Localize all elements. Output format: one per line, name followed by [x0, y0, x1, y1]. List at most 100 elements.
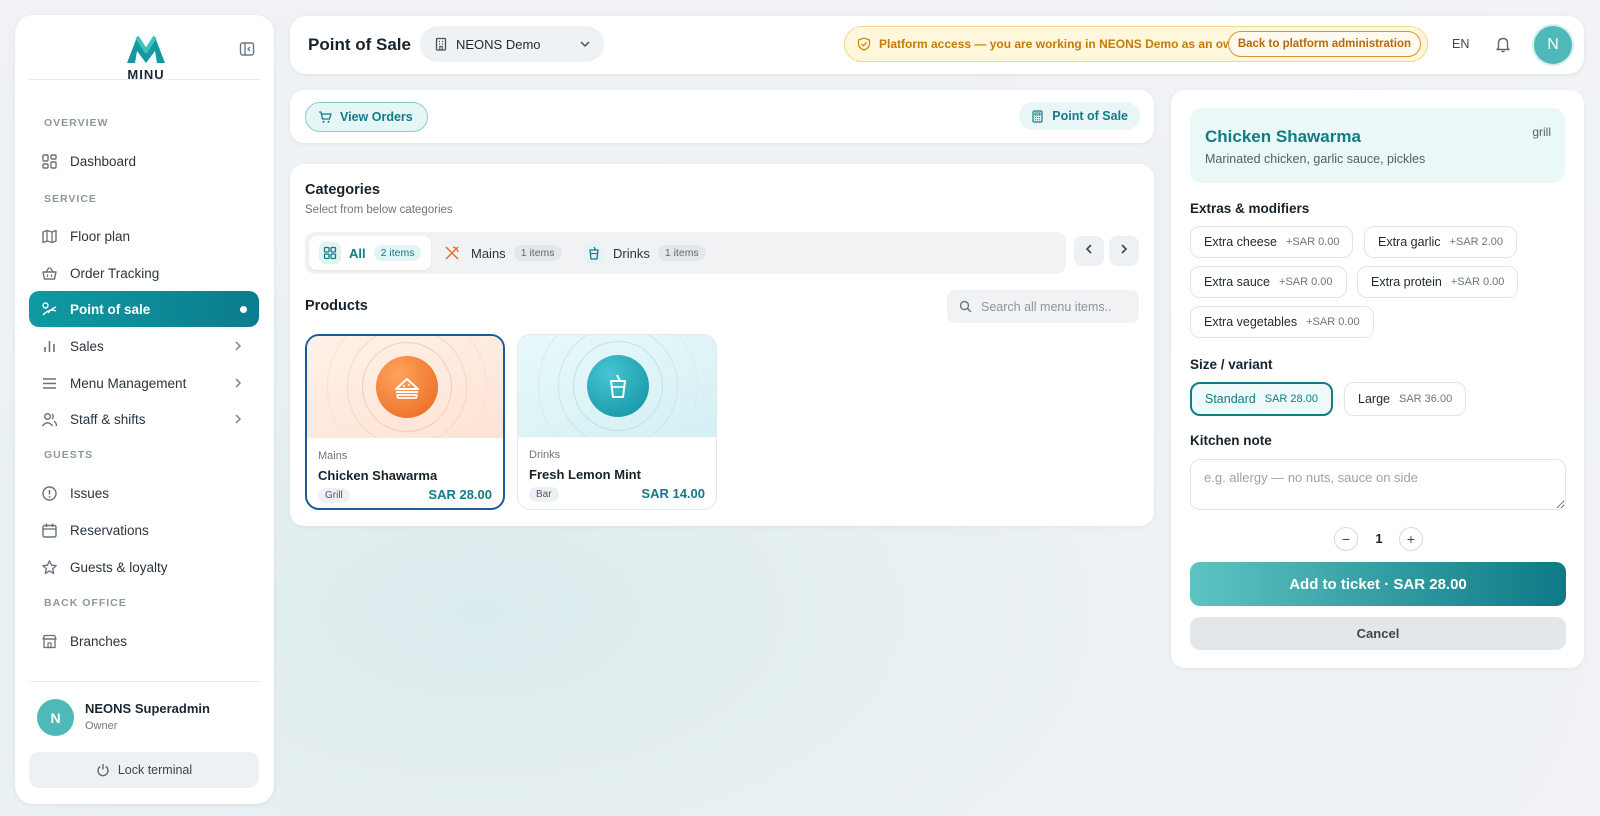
- product-hero: [307, 336, 503, 438]
- category-next-button[interactable]: [1109, 236, 1139, 266]
- chevron-right-icon: [231, 412, 245, 426]
- star-icon: [41, 559, 58, 576]
- basket-icon: [41, 265, 58, 282]
- product-category: Drinks: [529, 449, 561, 461]
- sidebar-item-guests-loyalty[interactable]: Guests & loyalty: [29, 549, 259, 585]
- product-card-fresh-lemon-mint[interactable]: Drinks Fresh Lemon Mint Bar SAR 14.00: [517, 334, 717, 510]
- size-name: Large: [1358, 392, 1390, 406]
- sidebar-collapse-icon[interactable]: [239, 41, 255, 57]
- item-station: grill: [1532, 125, 1551, 139]
- menu-search[interactable]: [947, 290, 1139, 323]
- extra-chip-vegetables[interactable]: Extra vegetables +SAR 0.00: [1190, 306, 1374, 338]
- sidebar-item-menu-management[interactable]: Menu Management: [29, 365, 259, 401]
- kitchen-note-input[interactable]: [1190, 459, 1566, 510]
- product-name: Chicken Shawarma: [318, 468, 438, 483]
- category-prev-button[interactable]: [1074, 236, 1104, 266]
- search-icon: [959, 300, 972, 313]
- header-avatar[interactable]: N: [1534, 26, 1572, 64]
- sidebar-item-issues[interactable]: Issues: [29, 475, 259, 511]
- quantity-increase-button[interactable]: +: [1399, 527, 1423, 551]
- extra-chip-protein[interactable]: Extra protein +SAR 0.00: [1357, 266, 1519, 298]
- catalog-card: Categories Select from below categories …: [290, 164, 1154, 526]
- calculator-icon: [1031, 109, 1044, 123]
- extra-name: Extra cheese: [1204, 235, 1277, 249]
- notification-bell-icon[interactable]: [1494, 35, 1512, 53]
- category-tabs: All 2 items Mains 1 items Drinks 1 items: [305, 232, 1066, 274]
- user-avatar[interactable]: N: [37, 699, 74, 736]
- search-input[interactable]: [981, 299, 1131, 314]
- lock-terminal-button[interactable]: Lock terminal: [29, 752, 259, 788]
- extra-chip-garlic[interactable]: Extra garlic +SAR 2.00: [1364, 226, 1518, 258]
- extra-chip-sauce[interactable]: Extra sauce +SAR 0.00: [1190, 266, 1347, 298]
- pos-mode-badge: Point of Sale: [1019, 102, 1140, 130]
- chevron-right-icon: [231, 376, 245, 390]
- size-chip-large[interactable]: Large SAR 36.00: [1344, 382, 1467, 416]
- products-title: Products: [305, 298, 368, 314]
- category-label: Mains: [471, 245, 506, 261]
- size-price: SAR 36.00: [1398, 393, 1453, 405]
- size-chip-standard[interactable]: Standard SAR 28.00: [1190, 382, 1333, 416]
- product-tag: Bar: [529, 487, 559, 502]
- language-switch[interactable]: EN: [1452, 37, 1469, 51]
- product-hero: [518, 335, 716, 437]
- product-name: Fresh Lemon Mint: [529, 467, 641, 482]
- extra-name: Extra sauce: [1204, 275, 1271, 289]
- extra-price: +SAR 0.00: [1450, 276, 1505, 288]
- logo-mark-icon: [127, 35, 165, 63]
- sidebar-item-label: Dashboard: [70, 153, 137, 169]
- item-description: Marinated chicken, garlic sauce, pickles: [1205, 152, 1426, 166]
- cancel-button[interactable]: Cancel: [1190, 617, 1566, 650]
- section-guests: GUESTS: [44, 449, 94, 461]
- users-icon: [41, 411, 58, 428]
- sidebar-item-point-of-sale[interactable]: Point of sale: [29, 291, 259, 327]
- product-price: SAR 14.00: [641, 486, 705, 501]
- category-label: Drinks: [613, 245, 650, 261]
- sidebar-item-label: Reservations: [70, 522, 149, 538]
- extra-chip-cheese[interactable]: Extra cheese +SAR 0.00: [1190, 226, 1354, 258]
- category-label: All: [349, 245, 366, 261]
- category-tab-mains[interactable]: Mains 1 items: [431, 236, 572, 270]
- category-count: 2 items: [373, 245, 422, 261]
- section-back-office: BACK OFFICE: [44, 597, 127, 609]
- sidebar-item-order-tracking[interactable]: Order Tracking: [29, 255, 259, 291]
- view-orders-button[interactable]: View Orders: [305, 102, 428, 132]
- sidebar-item-label: Issues: [70, 485, 110, 501]
- minu-logo[interactable]: MINU: [123, 29, 169, 85]
- kitchen-note-title: Kitchen note: [1190, 433, 1272, 448]
- categories-subtitle: Select from below categories: [305, 204, 453, 216]
- chevron-left-icon: [1083, 242, 1095, 260]
- sandwich-icon: [376, 356, 438, 418]
- sidebar-item-label: Floor plan: [70, 228, 131, 244]
- page-title: Point of Sale: [308, 35, 411, 54]
- category-tab-all[interactable]: All 2 items: [309, 236, 432, 270]
- size-price: SAR 28.00: [1264, 393, 1318, 405]
- utensils-icon: [441, 242, 463, 264]
- sidebar-item-sales[interactable]: Sales: [29, 328, 259, 364]
- power-icon: [96, 763, 110, 777]
- sidebar-item-staff-shifts[interactable]: Staff & shifts: [29, 401, 259, 437]
- quantity-decrease-button[interactable]: −: [1334, 527, 1358, 551]
- calendar-icon: [41, 522, 58, 539]
- item-detail-panel: Chicken Shawarma Marinated chicken, garl…: [1171, 90, 1584, 668]
- dashboard-icon: [41, 153, 58, 170]
- back-to-platform-button[interactable]: Back to platform administration: [1227, 31, 1421, 57]
- view-orders-label: View Orders: [340, 110, 413, 124]
- active-indicator-dot: [240, 306, 247, 313]
- sidebar-item-branches[interactable]: Branches: [29, 623, 259, 659]
- product-card-chicken-shawarma[interactable]: Mains Chicken Shawarma Grill SAR 28.00: [305, 334, 505, 510]
- product-price: SAR 28.00: [428, 487, 492, 502]
- cup-icon: [583, 242, 605, 264]
- categories-title: Categories: [305, 182, 380, 198]
- map-icon: [41, 228, 58, 245]
- sidebar-item-reservations[interactable]: Reservations: [29, 512, 259, 548]
- size-name: Standard: [1205, 392, 1256, 406]
- pos-mode-label: Point of Sale: [1052, 109, 1128, 123]
- category-count: 1 items: [657, 245, 706, 261]
- sidebar-item-floor-plan[interactable]: Floor plan: [29, 218, 259, 254]
- sidebar-item-label: Menu Management: [70, 375, 187, 391]
- category-tab-drinks[interactable]: Drinks 1 items: [573, 236, 716, 270]
- sidebar-item-dashboard[interactable]: Dashboard: [29, 143, 259, 179]
- branch-name: NEONS Demo: [456, 36, 541, 52]
- add-to-ticket-button[interactable]: Add to ticket · SAR 28.00: [1190, 562, 1566, 606]
- branch-select[interactable]: NEONS Demo: [420, 26, 604, 62]
